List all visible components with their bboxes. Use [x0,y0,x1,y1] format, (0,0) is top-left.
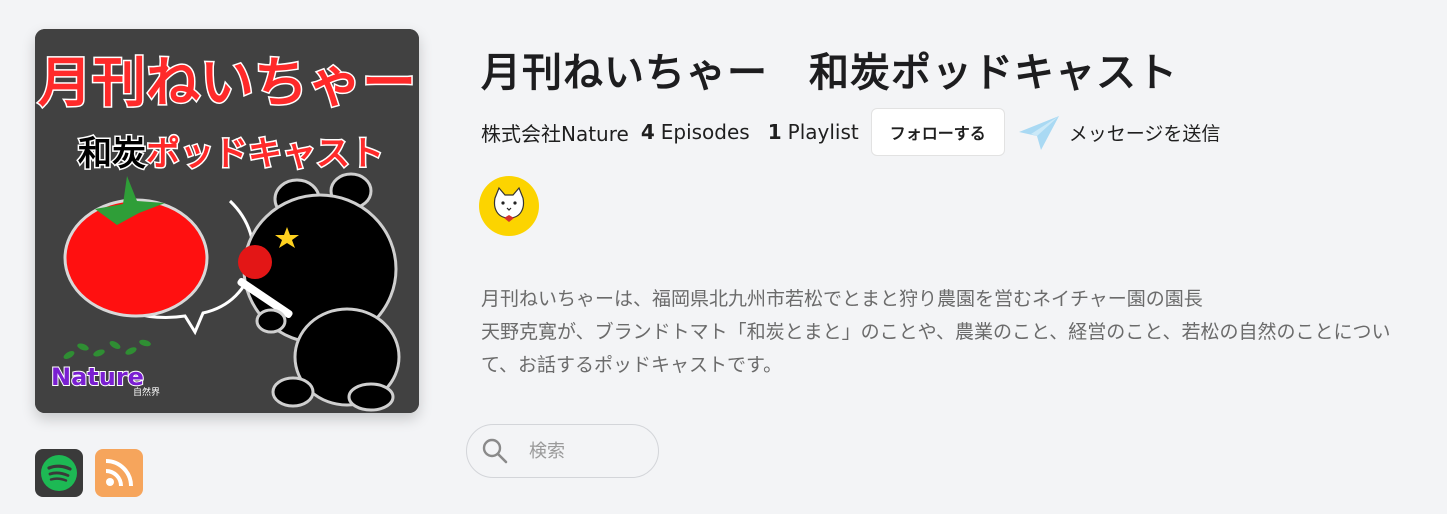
cat-avatar-icon [493,186,525,222]
episodes-count: 4 [640,120,655,144]
podcast-title: 月刊ねいちゃー 和炭ポッドキャスト [481,50,1178,96]
rss-link[interactable] [95,449,143,497]
cover-logo-sub: 自然界 [133,386,160,398]
cover-logo-text: Nature [51,363,144,391]
cover-title-line1: 月刊ねいちゃー [38,51,416,114]
playlists-label: Playlist [787,120,859,144]
search-input[interactable] [527,439,641,463]
paper-plane-icon [1018,116,1059,150]
rss-icon [105,459,133,487]
podcast-cover-art: 月刊ねいちゃー 和炭ポッドキャスト Nature 自然界 [35,29,419,413]
send-message-label: メッセージを送信 [1068,122,1221,145]
cover-title-wasumi: 和炭 [78,134,146,174]
follow-button[interactable]: フォローする [870,108,1005,156]
podcast-description: 月刊ねいちゃーは、福岡県北九州市若松でとまと狩り農園を営むネイチャー園の園長 天… [481,283,1411,382]
search-icon [482,438,508,464]
creator-avatar[interactable] [479,176,539,236]
publisher-link[interactable]: 株式会社Nature [481,118,629,147]
description-line: 月刊ねいちゃーは、福岡県北九州市若松でとまと狩り農園を営むネイチャー園の園長 [481,288,1203,310]
send-message-button[interactable]: メッセージを送信 [1017,112,1221,152]
description-line: て、お話するポッドキャストです。 [481,354,783,376]
podcast-meta: 株式会社Nature 4 Episodes 1 Playlist フォローする … [481,107,1220,157]
cover-title-line2: 和炭ポッドキャスト [78,134,384,174]
spotify-link[interactable] [35,449,83,497]
episode-search[interactable] [466,424,659,478]
cover-title-podcast: ポッドキャスト [146,134,384,174]
playlists-count: 1 [767,120,782,144]
spotify-icon [41,455,77,491]
description-line: 天野克寛が、ブランドトマト「和炭とまと」のことや、農業のこと、経営のこと、若松の… [481,321,1391,343]
platform-links [35,449,143,497]
episodes-label: Episodes [660,120,750,144]
cover-illustration: 月刊ねいちゃー 和炭ポッドキャスト Nature 自然界 [35,29,419,413]
